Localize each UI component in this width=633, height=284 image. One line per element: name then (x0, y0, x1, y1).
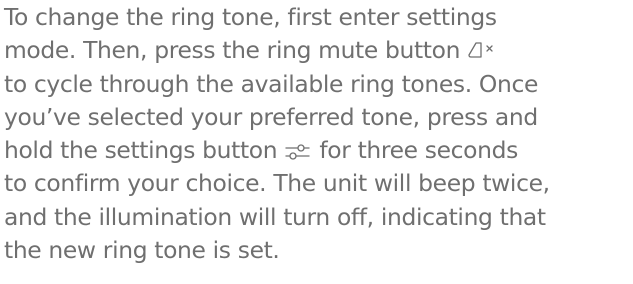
instruction-line-2-text: mode. Then, press the ring mute button (4, 36, 468, 65)
instruction-line-2: mode. Then, press the ring mute button (4, 34, 633, 67)
speaker-mute-icon (467, 39, 497, 61)
instruction-line-5: hold the settings button for three secon… (4, 134, 633, 167)
ring-tone-instructions: To change the ring tone, first enter set… (4, 1, 633, 267)
instruction-line-5-text-b: for three seconds (312, 136, 518, 165)
instruction-line-6: to confirm your choice. The unit will be… (4, 169, 550, 198)
instruction-line-3: to cycle through the available ring tone… (4, 69, 538, 98)
instruction-line-5-text-a: hold the settings button (4, 136, 285, 165)
instruction-line-1: To change the ring tone, first enter set… (4, 3, 497, 31)
instruction-line-7: and the illumination will turn off, indi… (4, 202, 546, 231)
settings-slider-icon (284, 139, 312, 161)
instruction-line-8: the new ring tone is set. (4, 236, 280, 265)
instruction-line-4: you’ve selected your preferred tone, pre… (4, 102, 538, 131)
